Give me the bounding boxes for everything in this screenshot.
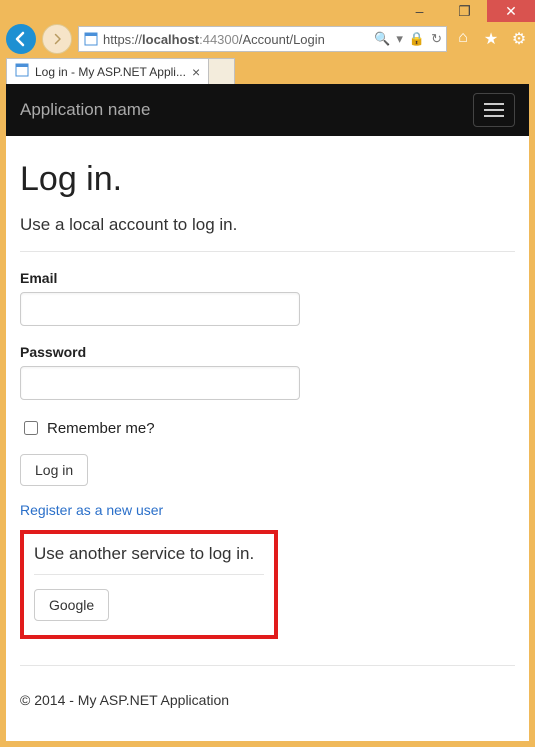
settings-gear-icon[interactable]: ⚙ [509, 29, 529, 49]
remember-me-label: Remember me? [47, 420, 155, 437]
favorites-icon[interactable]: ★ [481, 29, 501, 49]
page-subtitle: Use a local account to log in. [20, 215, 515, 235]
new-tab-button[interactable] [209, 58, 235, 84]
divider [34, 574, 264, 575]
page-favicon-icon [83, 31, 99, 47]
address-bar[interactable]: https://localhost:44300/Account/Login 🔍 … [78, 26, 447, 52]
refresh-icon[interactable]: ↻ [431, 31, 442, 47]
app-navbar: Application name [6, 84, 529, 136]
address-url: https://localhost:44300/Account/Login [103, 32, 374, 47]
browser-tab[interactable]: Log in - My ASP.NET Appli... × [6, 58, 209, 84]
window-close-button[interactable]: ✕ [487, 0, 535, 22]
divider [20, 665, 515, 666]
external-login-heading: Use another service to log in. [34, 544, 264, 564]
divider [20, 251, 515, 252]
home-icon[interactable]: ⌂ [453, 29, 473, 49]
external-login-section: Use another service to log in. Google [20, 530, 278, 639]
lock-icon: 🔒 [409, 31, 425, 47]
search-icon[interactable]: 🔍 [374, 31, 390, 47]
window-minimize-button[interactable]: – [397, 0, 442, 22]
browser-forward-button[interactable] [42, 24, 72, 54]
remember-me-checkbox[interactable] [24, 421, 38, 435]
login-button[interactable]: Log in [20, 454, 88, 486]
password-field[interactable] [20, 366, 300, 400]
tab-favicon-icon [15, 63, 29, 80]
password-label: Password [20, 344, 515, 360]
navbar-toggle-button[interactable] [473, 93, 515, 127]
tab-title: Log in - My ASP.NET Appli... [35, 65, 186, 79]
tab-close-icon[interactable]: × [192, 64, 200, 80]
google-login-button[interactable]: Google [34, 589, 109, 621]
page-title: Log in. [20, 160, 515, 199]
email-field[interactable] [20, 292, 300, 326]
browser-back-button[interactable] [6, 24, 36, 54]
dropdown-icon[interactable]: ▾ [396, 31, 403, 47]
window-maximize-button[interactable]: ❐ [442, 0, 487, 22]
email-label: Email [20, 270, 515, 286]
register-link[interactable]: Register as a new user [20, 502, 163, 518]
footer-text: © 2014 - My ASP.NET Application [20, 692, 515, 708]
brand-link[interactable]: Application name [20, 100, 150, 120]
